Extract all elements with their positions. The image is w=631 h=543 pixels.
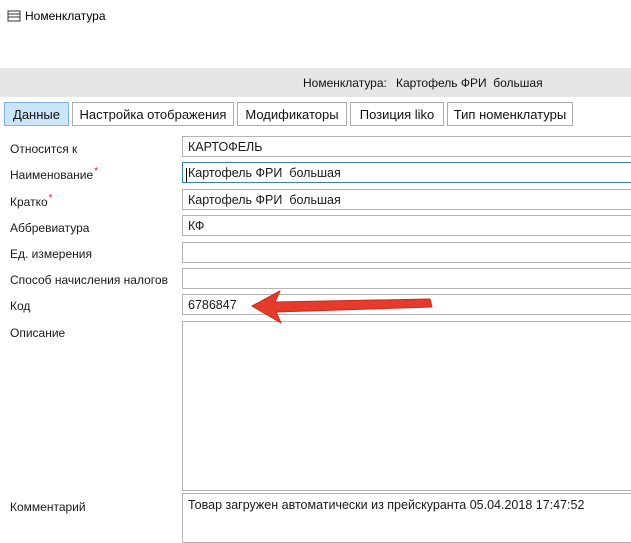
tax-method-label: Способ начисления налогов — [10, 273, 168, 287]
red-arrow-pointer — [251, 290, 433, 324]
abbreviation-label: Аббревиатура — [10, 221, 90, 235]
tab-display-settings[interactable]: Настройка отображения — [72, 102, 234, 126]
name-label: Наименование* — [10, 166, 99, 182]
short-name-field[interactable]: Картофель ФРИ большая — [182, 189, 631, 210]
tax-method-field[interactable] — [182, 268, 631, 289]
code-label: Код — [10, 299, 31, 313]
belongs-to-label: Относится к — [10, 142, 78, 156]
required-mark: * — [94, 166, 99, 177]
short-label: Кратко* — [10, 193, 53, 209]
table-window-icon — [7, 10, 21, 22]
comment-label: Комментарий — [10, 500, 86, 514]
header-value: Картофель ФРИ большая — [396, 76, 543, 90]
unit-field[interactable] — [182, 242, 631, 263]
unit-label: Ед. измерения — [10, 247, 92, 261]
header-label: Номенклатура: — [303, 76, 387, 90]
required-mark: * — [48, 193, 53, 204]
tab-data[interactable]: Данные — [4, 102, 69, 126]
name-field[interactable]: Картофель ФРИ большая — [182, 162, 631, 183]
name-label-text: Наименование — [10, 168, 94, 182]
description-textarea[interactable] — [182, 321, 631, 491]
tab-modifiers[interactable]: Модификаторы — [237, 102, 347, 126]
belongs-to-field[interactable]: КАРТОФЕЛЬ — [182, 136, 631, 157]
description-label: Описание — [10, 326, 66, 340]
short-label-text: Кратко — [10, 195, 48, 209]
tab-liko-position[interactable]: Позиция liko — [350, 102, 444, 126]
text-caret — [186, 168, 187, 182]
record-header: Номенклатура: Картофель ФРИ большая — [0, 68, 631, 97]
window-title: Номенклатура — [25, 9, 106, 23]
title-bar: Номенклатура — [0, 0, 631, 32]
comment-textarea[interactable]: Товар загружен автоматически из прейскур… — [182, 493, 631, 543]
tab-nomenclature-type[interactable]: Тип номенклатуры — [447, 102, 573, 126]
abbreviation-field[interactable]: КФ — [182, 215, 631, 236]
